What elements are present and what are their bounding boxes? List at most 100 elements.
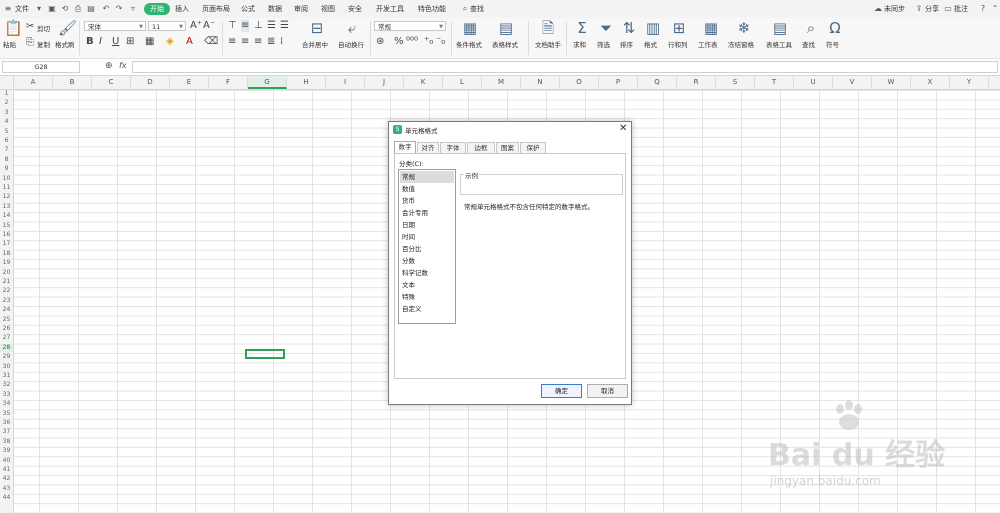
border-icon[interactable]: ⊞ [126,36,134,48]
copy-button[interactable]: 复制 [37,39,50,49]
tab-font[interactable]: 字体 [440,142,466,153]
category-list[interactable]: 常规 数值 货币 会计专用 日期 时间 百分比 分数 科学记数 文本 特殊 自定… [398,169,456,324]
merge-center-button[interactable]: 合并居中 [302,39,328,49]
percent-icon[interactable]: % [394,36,404,48]
column-header[interactable]: S [716,76,755,89]
conditional-format-button[interactable]: 条件格式 [456,39,482,49]
row-header[interactable]: 5 [0,128,13,136]
column-header[interactable]: J [365,76,404,89]
column-header[interactable]: U [794,76,833,89]
decrease-font-icon[interactable]: A⁻ [203,20,215,32]
row-header[interactable]: 18 [0,250,13,258]
cut-icon[interactable]: ✂ [26,21,34,33]
list-item[interactable]: 时间 [400,231,454,243]
column-header[interactable]: L [443,76,482,89]
undo-history-icon[interactable]: ⟲ [60,4,70,14]
thousands-separator-icon[interactable]: ⁰⁰⁰ [406,36,418,48]
row-header[interactable]: 11 [0,184,13,192]
increase-font-icon[interactable]: A⁺ [190,20,202,32]
ok-button[interactable]: 确定 [541,384,582,398]
zoom-icon[interactable]: ⊕ [105,61,113,71]
paste-icon[interactable]: 📋 [4,20,23,36]
row-header[interactable]: 14 [0,212,13,220]
share-icon[interactable]: ⇪ [914,4,924,14]
column-header[interactable]: I [326,76,365,89]
row-header[interactable]: 8 [0,156,13,164]
bold-icon[interactable]: B [86,36,94,48]
doc-helper-button[interactable]: 文档助手 [535,39,561,49]
row-header[interactable]: 16 [0,231,13,239]
format-icon[interactable]: ▥ [645,20,661,36]
file-menu[interactable]: 文件 [15,0,29,18]
align-right-indent-icon[interactable]: ☰ [280,20,289,32]
align-bottom-icon[interactable]: ⊥ [254,20,263,32]
column-header[interactable]: A [14,76,53,89]
number-format-select[interactable]: 常规 ▼ [374,21,446,31]
cut-button[interactable]: 剪切 [37,23,50,33]
tab-number[interactable]: 数字 [394,141,416,153]
formula-input[interactable] [132,61,998,73]
list-item[interactable]: 科学记数 [400,267,454,279]
row-header[interactable]: 24 [0,306,13,314]
sort-icon[interactable]: ⇅ [621,20,637,36]
align-center-icon[interactable]: ≡ [241,36,249,48]
tab-insert[interactable]: 插入 [175,0,189,18]
row-header[interactable]: 30 [0,363,13,371]
decrease-decimal-icon[interactable]: ⁻₀ [436,36,445,48]
symbol-button[interactable]: 符号 [826,39,839,49]
format-button[interactable]: 格式 [644,39,657,49]
column-header[interactable]: R [677,76,716,89]
select-all-corner[interactable] [0,76,14,89]
column-header[interactable]: Y [950,76,989,89]
comment-icon[interactable]: ▭ [943,4,953,14]
comment-button[interactable]: 批注 [954,0,968,18]
sync-status[interactable]: 未同步 [884,0,905,18]
list-item[interactable]: 文本 [400,279,454,291]
row-header[interactable]: 29 [0,353,13,361]
list-item[interactable]: 日期 [400,219,454,231]
row-header[interactable]: 3 [0,109,13,117]
row-col-icon[interactable]: ⊞ [671,20,687,36]
tab-features[interactable]: 特色功能 [418,0,446,18]
column-header[interactable]: O [560,76,599,89]
row-header[interactable]: 33 [0,391,13,399]
row-header[interactable]: 38 [0,438,13,446]
row-header[interactable]: 7 [0,146,13,154]
table-style-icon[interactable]: ▤ [498,20,514,36]
save-icon[interactable]: ▣ [47,4,57,14]
table-tools-icon[interactable]: ▤ [772,20,788,36]
row-header[interactable]: 4 [0,118,13,126]
row-header[interactable]: 44 [0,494,13,502]
increase-decimal-icon[interactable]: ⁺₀ [424,36,433,48]
row-header[interactable]: 2 [0,99,13,107]
row-header[interactable]: 39 [0,447,13,455]
row-header[interactable]: 1 [0,90,13,98]
close-icon[interactable]: ✕ [619,123,627,135]
list-item[interactable]: 常规 [400,171,454,183]
column-header[interactable]: D [131,76,170,89]
column-header[interactable]: H [287,76,326,89]
chevron-down-icon[interactable]: ▾ [34,4,44,14]
row-header[interactable]: 20 [0,269,13,277]
row-header[interactable]: 9 [0,165,13,173]
tab-home[interactable]: 开始 [144,3,170,15]
table-style-button[interactable]: 表格样式 [492,39,518,49]
column-header[interactable]: F [209,76,248,89]
conditional-format-icon[interactable]: ▦ [462,20,478,36]
row-header[interactable]: 28 [0,343,13,352]
fill-color-icon[interactable]: ◈ [166,36,174,48]
format-painter-icon[interactable]: 🖌 [58,20,77,36]
row-header[interactable]: 12 [0,193,13,201]
row-header[interactable]: 15 [0,222,13,230]
wrap-text-icon[interactable]: ⤶ [344,20,360,36]
align-middle-icon[interactable]: ≡ [241,20,250,32]
column-header[interactable]: M [482,76,521,89]
font-name-select[interactable]: 宋体 ▼ [84,21,146,31]
row-col-button[interactable]: 行和列 [668,39,688,49]
justify-icon[interactable]: ≣ [267,36,275,48]
copy-icon[interactable]: ⎘ [26,37,34,49]
row-header[interactable]: 22 [0,287,13,295]
tab-review[interactable]: 审阅 [294,0,308,18]
row-header[interactable]: 32 [0,381,13,389]
tab-alignment[interactable]: 对齐 [417,142,439,153]
